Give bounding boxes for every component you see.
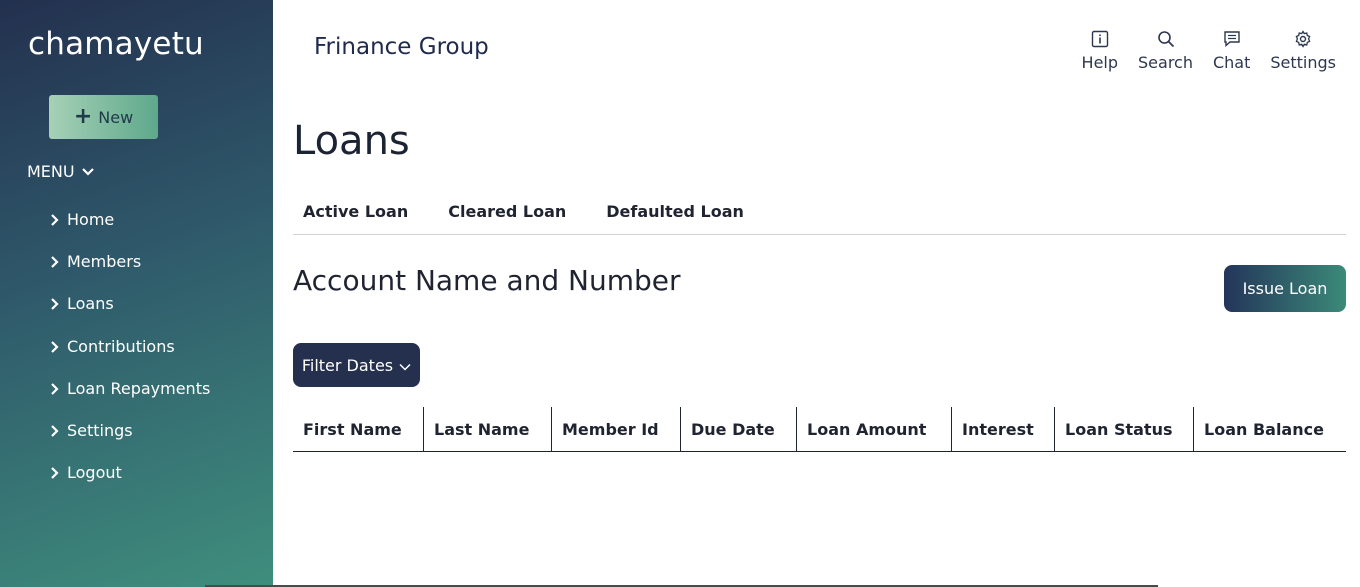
chevron-right-icon	[50, 340, 60, 354]
help-label: Help	[1081, 53, 1119, 72]
chevron-right-icon	[50, 297, 60, 311]
search-label: Search	[1138, 53, 1193, 72]
column-loan-status[interactable]: Loan Status	[1054, 407, 1194, 452]
column-last-name[interactable]: Last Name	[423, 407, 552, 452]
search-icon	[1157, 31, 1174, 48]
help-button[interactable]: Help	[1082, 30, 1118, 72]
chevron-right-icon	[50, 382, 60, 396]
info-icon	[1091, 30, 1108, 48]
new-button-label: New	[98, 107, 134, 127]
sidebar-item-logout[interactable]: Logout	[50, 452, 210, 494]
section-title: Account Name and Number	[293, 264, 681, 297]
column-member-id[interactable]: Member Id	[551, 407, 681, 452]
chevron-right-icon	[50, 466, 60, 480]
chevron-down-icon	[81, 162, 95, 181]
sidebar-item-label: Loan Repayments	[67, 378, 211, 398]
chevron-down-icon	[399, 356, 411, 375]
table-header-row: First Name Last Name Member Id Due Date …	[293, 407, 1346, 452]
loans-table: First Name Last Name Member Id Due Date …	[293, 407, 1346, 452]
sidebar-item-home[interactable]: Home	[50, 199, 210, 241]
sidebar-nav: Home Members Loans Contributions Loan Re…	[50, 199, 210, 494]
column-first-name[interactable]: First Name	[293, 407, 424, 452]
sidebar-item-label: Members	[67, 252, 142, 272]
filter-dates-button[interactable]: Filter Dates	[293, 343, 420, 387]
column-due-date[interactable]: Due Date	[680, 407, 797, 452]
group-title: Frinance Group	[314, 34, 489, 60]
gear-icon	[1295, 30, 1311, 48]
chat-label: Chat	[1212, 53, 1251, 72]
page-title: Loans	[293, 118, 410, 164]
sidebar-item-label: Settings	[67, 421, 133, 441]
plus-icon: +	[73, 104, 93, 129]
column-loan-amount[interactable]: Loan Amount	[796, 407, 952, 452]
sidebar-item-label: Logout	[67, 463, 122, 483]
issue-loan-button[interactable]: Issue Loan	[1224, 265, 1346, 312]
menu-toggle[interactable]: MENU	[27, 162, 95, 181]
filter-dates-label: Filter Dates	[301, 355, 394, 375]
settings-button[interactable]: Settings	[1270, 30, 1336, 72]
loan-tabs: Active Loan Cleared Loan Defaulted Loan	[293, 196, 1346, 235]
sidebar-item-members[interactable]: Members	[50, 241, 210, 283]
chat-button[interactable]: Chat	[1213, 30, 1250, 72]
new-button[interactable]: + New	[49, 95, 158, 139]
column-loan-balance[interactable]: Loan Balance	[1193, 407, 1346, 452]
tab-defaulted-loan[interactable]: Defaulted Loan	[596, 196, 754, 226]
sidebar-item-loan-repayments[interactable]: Loan Repayments	[50, 368, 210, 410]
tab-cleared-loan[interactable]: Cleared Loan	[438, 196, 576, 226]
sidebar-item-loans[interactable]: Loans	[50, 283, 210, 325]
sidebar-item-label: Home	[67, 210, 115, 230]
chat-icon	[1223, 31, 1240, 48]
sidebar-item-contributions[interactable]: Contributions	[50, 326, 210, 368]
sidebar-item-settings[interactable]: Settings	[50, 410, 210, 452]
column-interest[interactable]: Interest	[951, 407, 1055, 452]
chevron-right-icon	[50, 255, 60, 269]
sidebar-item-label: Loans	[67, 294, 114, 314]
chevron-right-icon	[50, 424, 60, 438]
top-actions: Help Search Chat Settings	[1082, 30, 1336, 72]
menu-label: MENU	[27, 162, 75, 181]
chevron-right-icon	[50, 213, 60, 227]
settings-label: Settings	[1270, 53, 1336, 72]
sidebar-item-label: Contributions	[67, 336, 175, 356]
brand-logo-text[interactable]: chamayetu	[28, 26, 204, 62]
search-button[interactable]: Search	[1138, 30, 1193, 72]
tab-active-loan[interactable]: Active Loan	[293, 196, 418, 226]
sidebar: chamayetu + New MENU Home Members Loans …	[0, 0, 273, 587]
